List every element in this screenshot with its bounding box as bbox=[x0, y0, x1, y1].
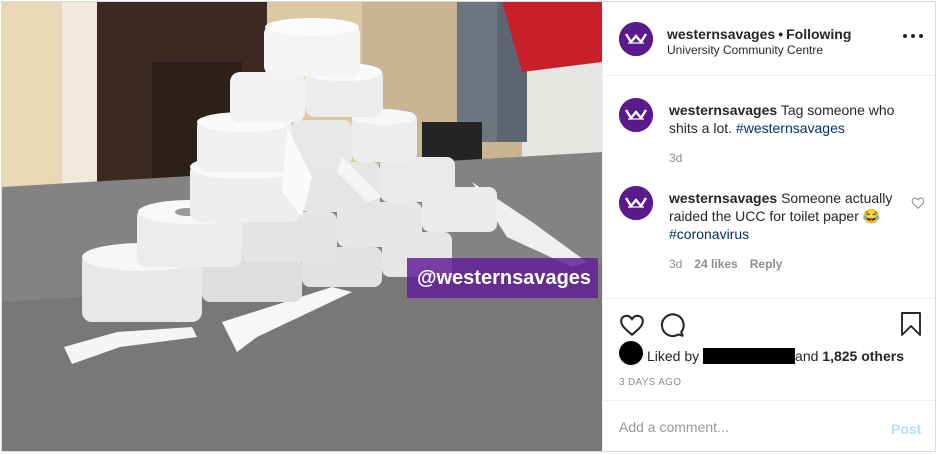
following-button[interactable]: Following bbox=[786, 26, 851, 42]
avatar-logo-icon bbox=[619, 98, 653, 132]
liked-by-and: and bbox=[795, 348, 819, 364]
reply-button[interactable]: Reply bbox=[750, 257, 783, 271]
post-date[interactable]: 3 DAYS AGO bbox=[619, 377, 681, 388]
instagram-post: @westernsavages westernsavages • Following… bbox=[1, 1, 936, 452]
header-location[interactable]: University Community Centre bbox=[667, 43, 823, 57]
heart-icon[interactable] bbox=[619, 312, 645, 338]
post-photo[interactable]: @westernsavages bbox=[2, 2, 602, 451]
comment-username[interactable]: westernsavages bbox=[669, 102, 777, 118]
avatar[interactable] bbox=[619, 22, 653, 56]
liked-by-others[interactable]: 1,825 others bbox=[822, 348, 904, 364]
hashtag-link[interactable]: #coronavirus bbox=[669, 226, 749, 242]
comment-avatar[interactable] bbox=[619, 98, 653, 132]
bookmark-icon[interactable] bbox=[899, 311, 923, 337]
comment-time[interactable]: 3d bbox=[669, 257, 682, 271]
comment-text: westernsavages Someone actually raided t… bbox=[669, 189, 905, 243]
comment-meta: 3d 24 likes Reply bbox=[669, 257, 782, 271]
add-comment-bar: Post bbox=[603, 400, 935, 451]
watermark-text: @westernsavages bbox=[407, 258, 598, 298]
avatar-logo-icon bbox=[619, 186, 653, 220]
liked-by-prefix: Liked by bbox=[647, 348, 700, 364]
comment-heart-icon[interactable] bbox=[911, 196, 925, 210]
comment-username[interactable]: westernsavages bbox=[669, 190, 777, 206]
more-options-icon[interactable] bbox=[903, 32, 923, 40]
liker-avatar[interactable] bbox=[619, 341, 643, 365]
post-header: westernsavages • Following University Comm… bbox=[603, 2, 935, 76]
post-comment-button[interactable]: Post bbox=[891, 421, 921, 437]
redacted-username bbox=[703, 348, 796, 364]
comment-input[interactable] bbox=[619, 415, 869, 439]
comment-avatar[interactable] bbox=[619, 186, 653, 220]
caption-text: westernsavages Tag someone who shits a l… bbox=[669, 101, 919, 137]
header-separator: • bbox=[778, 26, 784, 42]
hashtag-link[interactable]: #westernsavages bbox=[736, 120, 845, 136]
post-sidebar: westernsavages • Following University Comm… bbox=[602, 2, 935, 451]
comment-likes[interactable]: 24 likes bbox=[694, 257, 737, 271]
header-title: westernsavages • Following bbox=[667, 26, 851, 42]
toilet-paper-photo bbox=[2, 2, 602, 451]
comment-icon[interactable] bbox=[659, 312, 685, 338]
comment-time[interactable]: 3d bbox=[669, 151, 682, 165]
header-username[interactable]: westernsavages bbox=[667, 26, 775, 42]
avatar-logo-icon bbox=[619, 22, 653, 56]
liked-by-text: Liked by and 1,825 others bbox=[647, 348, 904, 364]
